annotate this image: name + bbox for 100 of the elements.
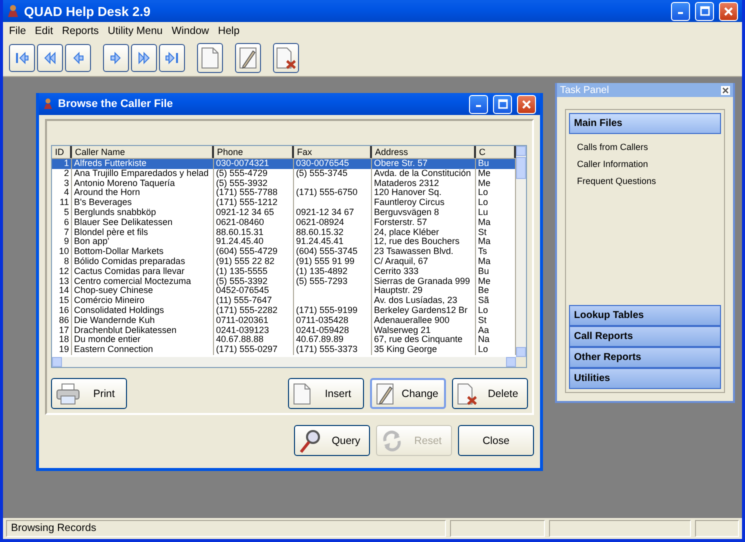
table-cell: 030-0076545 <box>294 159 372 169</box>
section-header[interactable]: Main Files <box>569 113 721 134</box>
table-cell: 3 <box>52 178 72 188</box>
table-cell: 23 Tsawassen Blvd. <box>372 247 476 257</box>
close-icon <box>522 100 531 108</box>
maximize-button[interactable] <box>493 94 512 114</box>
table-cell: 1 <box>52 159 72 169</box>
table-cell: 40.67.88.88 <box>214 335 294 346</box>
document-icon <box>293 382 311 404</box>
table-cell: 5 <box>52 208 72 218</box>
toolbar-button[interactable] <box>65 44 91 72</box>
section-header[interactable]: Lookup Tables <box>569 305 721 326</box>
magnifier-icon <box>299 428 321 452</box>
table-cell: Centro comercial Moctezuma <box>72 276 214 286</box>
table-cell: Cactus Comidas para llevar <box>72 266 214 277</box>
table-cell: Blondel père et fils <box>72 228 214 238</box>
table-cell: (171) 555-9199 <box>294 306 372 316</box>
close-icon <box>724 6 733 16</box>
close-button[interactable]: Close <box>458 425 534 456</box>
table-cell: 88.60.15.31 <box>214 228 294 238</box>
toolbar-button[interactable] <box>9 44 35 72</box>
close-button[interactable] <box>517 94 536 114</box>
table-row[interactable]: 1 Alfreds Futterkiste 030-0074321 030-0076545 Obere Str. 57 Bu <box>52 159 516 169</box>
table-cell: (5) 555-3932 <box>214 178 294 188</box>
table-cell: 16 <box>52 306 72 316</box>
window-title: Browse the Caller File <box>58 98 174 110</box>
menu-item[interactable]: Utility Menu <box>108 25 163 37</box>
table-cell: Ana Trujillo Emparedados y helad <box>72 168 214 179</box>
horizontal-scrollbar[interactable] <box>52 357 516 367</box>
table-cell: (91) 555 91 99 <box>294 256 372 267</box>
menu-item[interactable]: Reports <box>62 25 99 37</box>
panel-title: Task Panel <box>560 84 609 96</box>
table-cell: 14 <box>52 286 72 296</box>
toolbar-button[interactable] <box>235 43 261 73</box>
table-cell: Consolidated Holdings <box>72 306 214 316</box>
window-title: QUAD Help Desk 2.9 <box>24 4 152 18</box>
print-button[interactable]: Print <box>51 378 127 409</box>
table-cell: Walserweg 21 <box>372 326 476 336</box>
status-text: Browsing Records <box>6 520 446 537</box>
skip-left-icon <box>14 50 30 66</box>
toolbar-button[interactable] <box>131 44 157 72</box>
app-logo-icon <box>43 98 53 110</box>
table-cell: (171) 555-6750 <box>294 188 372 198</box>
table-cell: 9 <box>52 237 72 248</box>
table-cell: 0621-08924 <box>294 218 372 228</box>
new-button[interactable]: Insert <box>288 378 364 409</box>
table-cell: 18 <box>52 335 72 346</box>
vertical-scrollbar[interactable] <box>516 146 526 357</box>
close-icon[interactable] <box>721 86 730 94</box>
table-cell: (171) 555-3373 <box>294 345 372 355</box>
minimize-button[interactable] <box>671 2 690 20</box>
table-cell: Eastern Connection <box>72 345 214 355</box>
toolbar-button[interactable] <box>159 44 185 72</box>
document-delete-icon <box>457 382 477 404</box>
menu-item[interactable]: Window <box>172 25 209 37</box>
table-cell: (171) 555-7788 <box>214 188 294 198</box>
scrollbar-corner <box>516 357 526 367</box>
table-cell: Berkeley Gardens12 Br <box>372 306 476 316</box>
toolbar-button[interactable] <box>197 43 223 73</box>
table-cell: 24, place Kléber <box>372 228 476 238</box>
app-logo-icon <box>7 4 19 18</box>
table-cell: 11 <box>52 198 72 208</box>
menu-item[interactable]: File <box>9 25 26 37</box>
table-cell: Die Wandernde Kuh <box>72 316 214 326</box>
toolbar-button[interactable] <box>103 44 129 72</box>
table-cell: Mataderos 2312 <box>372 178 476 188</box>
table-cell: Obere Str. 57 <box>372 159 476 169</box>
table-cell: 91.24.45.41 <box>294 237 372 248</box>
document-delete-icon <box>276 47 296 69</box>
table-cell: Hauptstr. 29 <box>372 286 476 296</box>
edit-button[interactable]: Change <box>370 378 446 409</box>
toolbar-button[interactable] <box>273 43 299 73</box>
maximize-button[interactable] <box>695 2 714 20</box>
task-link[interactable]: Frequent Questions <box>577 176 713 186</box>
table-cell: 0621-08460 <box>214 218 294 228</box>
table-cell: Berglunds snabbköp <box>72 208 214 218</box>
minimize-button[interactable] <box>469 94 488 114</box>
table-cell: 120 Hanover Sq. <box>372 188 476 198</box>
table-cell: 12, rue des Bouchers <box>372 237 476 248</box>
section-header[interactable]: Other Reports <box>569 347 721 368</box>
task-link[interactable]: Caller Information <box>577 159 713 169</box>
menu-item[interactable]: Edit <box>34 25 54 37</box>
query-button[interactable]: Query <box>294 425 370 456</box>
table-cell: 67, rue des Cinquante <box>372 335 476 346</box>
table-cell: 13 <box>52 276 72 286</box>
delete-button[interactable]: Delete <box>452 378 528 409</box>
maximize-icon <box>700 6 710 16</box>
close-button[interactable] <box>719 2 738 20</box>
table-cell: 86 <box>52 316 72 326</box>
toolbar-button[interactable] <box>37 44 63 72</box>
printer-icon <box>56 382 80 404</box>
menu-item[interactable]: Help <box>218 25 240 37</box>
table-cell: Du monde entier <box>72 335 214 346</box>
table-cell: (11) 555-7647 <box>214 296 294 306</box>
table-cell: Around the Horn <box>72 188 214 198</box>
task-link[interactable]: Calls from Callers <box>577 142 713 152</box>
section-header[interactable]: Call Reports <box>569 326 721 347</box>
table-cell: 0921-12 34 65 <box>214 208 294 218</box>
table-cell: Adenauerallee 900 <box>372 316 476 326</box>
section-header[interactable]: Utilities <box>569 368 721 389</box>
